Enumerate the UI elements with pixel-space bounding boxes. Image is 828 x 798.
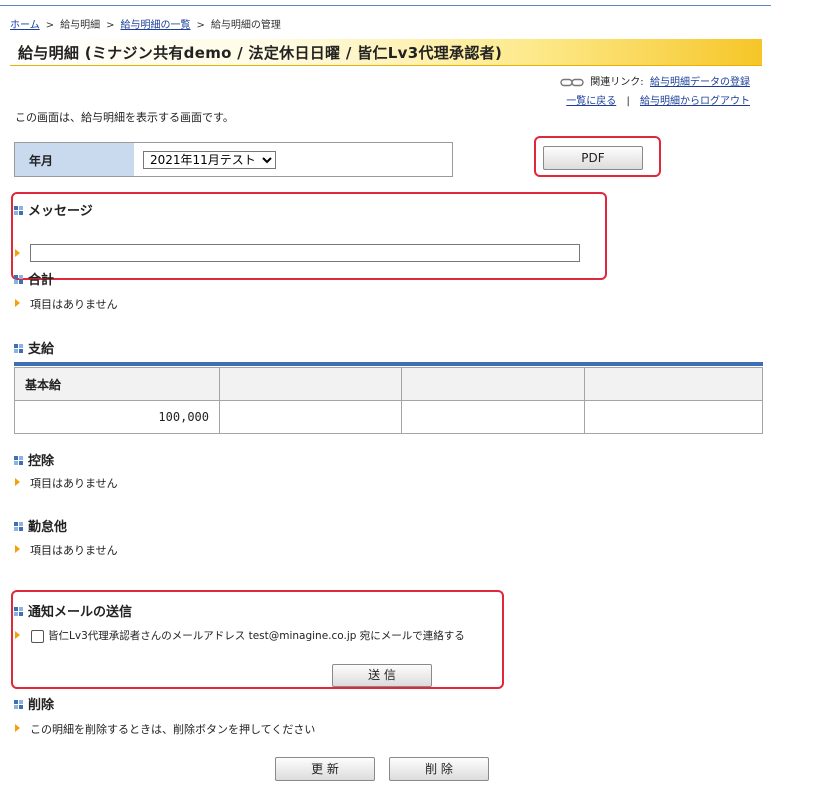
logout-link[interactable]: 給与明細からログアウト <box>640 96 750 107</box>
breadcrumb-separator: > <box>196 20 205 31</box>
arrow-bullet-icon <box>15 299 20 307</box>
breadcrumb-separator: > <box>45 20 55 31</box>
section-square-icon <box>14 275 24 285</box>
year-month-header: 年月 <box>15 143 134 176</box>
chain-link-icon <box>560 78 584 86</box>
breadcrumb-separator: > <box>106 20 115 31</box>
payment-table: 基本給 100,000 <box>14 367 763 434</box>
related-links-row2: 一覧に戻る | 給与明細からログアウト <box>566 92 750 107</box>
table-row: 100,000 <box>14 400 763 434</box>
related-links: 関連リンク: 給与明細データの登録 <box>560 73 750 88</box>
section-square-icon <box>14 607 24 617</box>
delete-instruction-text: この明細を削除するときは、削除ボタンを押してください <box>30 723 316 736</box>
link-divider: | <box>626 96 630 107</box>
delete-heading: 削除 <box>14 694 54 713</box>
year-month-label: 年月 <box>29 154 54 168</box>
message-field[interactable] <box>30 244 580 262</box>
message-heading: メッセージ <box>14 200 93 219</box>
arrow-bullet-icon <box>15 631 20 639</box>
year-month-select[interactable]: 2021年11月テスト <box>143 151 276 169</box>
breadcrumb-current: 給与明細の管理 <box>210 20 281 31</box>
arrow-bullet-icon <box>15 249 20 257</box>
related-links-label: 関連リンク: <box>590 77 644 88</box>
table-cell <box>219 400 402 434</box>
table-header-cell <box>584 367 763 401</box>
arrow-bullet-icon <box>15 545 20 553</box>
attendance-empty-text: 項目はありません <box>30 544 118 557</box>
table-header-cell <box>219 367 402 401</box>
table-cell <box>401 400 585 434</box>
delete-heading-text: 削除 <box>28 698 55 713</box>
notify-heading-text: 通知メールの送信 <box>28 605 133 620</box>
back-to-list-link[interactable]: 一覧に戻る <box>566 96 616 107</box>
payment-heading-text: 支給 <box>28 342 55 357</box>
section-square-icon <box>14 206 24 216</box>
register-data-link[interactable]: 給与明細データの登録 <box>650 77 750 88</box>
deduction-heading: 控除 <box>14 450 54 469</box>
payment-heading: 支給 <box>14 338 54 357</box>
year-month-table: 年月 2021年11月テスト <box>14 142 453 177</box>
page-title: 給与明細 (ミナジン共有demo / 法定休日日曜 / 皆仁Lv3代理承認者) <box>18 44 503 62</box>
highlight-message <box>11 192 607 280</box>
table-header-cell: 基本給 <box>14 367 220 401</box>
deduction-heading-text: 控除 <box>28 454 55 469</box>
section-square-icon <box>14 700 24 710</box>
notify-heading: 通知メールの送信 <box>14 601 132 620</box>
breadcrumb-home-link[interactable]: ホーム <box>10 20 40 31</box>
deduction-empty-text: 項目はありません <box>30 477 118 490</box>
send-button[interactable]: 送 信 <box>332 664 432 687</box>
breadcrumb-payslip: 給与明細 <box>60 20 101 31</box>
attendance-heading: 勤怠他 <box>14 516 67 535</box>
table-cell: 100,000 <box>14 400 220 434</box>
breadcrumb: ホーム > 給与明細 > 給与明細の一覧 > 給与明細の管理 <box>10 16 281 31</box>
delete-button[interactable]: 削 除 <box>389 757 489 781</box>
notify-checkbox[interactable] <box>31 630 44 643</box>
total-heading-text: 合計 <box>28 273 55 288</box>
table-header-cell <box>401 367 585 401</box>
total-heading: 合計 <box>14 269 54 288</box>
total-empty-text: 項目はありません <box>30 298 118 311</box>
table-cell <box>584 400 763 434</box>
pdf-button[interactable]: PDF <box>543 146 643 170</box>
top-rule <box>0 5 771 6</box>
section-square-icon <box>14 456 24 466</box>
page-title-bar: 給与明細 (ミナジン共有demo / 法定休日日曜 / 皆仁Lv3代理承認者) <box>10 39 762 66</box>
breadcrumb-list-link[interactable]: 給与明細の一覧 <box>120 20 190 31</box>
notify-checkbox-label: 皆仁Lv3代理承認者さんのメールアドレス test@minagine.co.jp… <box>48 630 465 642</box>
arrow-bullet-icon <box>15 724 20 732</box>
update-button[interactable]: 更 新 <box>275 757 375 781</box>
page-description: この画面は、給与明細を表示する画面です。 <box>15 111 234 124</box>
section-square-icon <box>14 522 24 532</box>
attendance-heading-text: 勤怠他 <box>28 520 68 535</box>
table-row: 基本給 <box>14 367 763 401</box>
message-heading-text: メッセージ <box>28 204 93 219</box>
section-square-icon <box>14 344 24 354</box>
payment-table-bar <box>14 362 763 366</box>
arrow-bullet-icon <box>15 478 20 486</box>
